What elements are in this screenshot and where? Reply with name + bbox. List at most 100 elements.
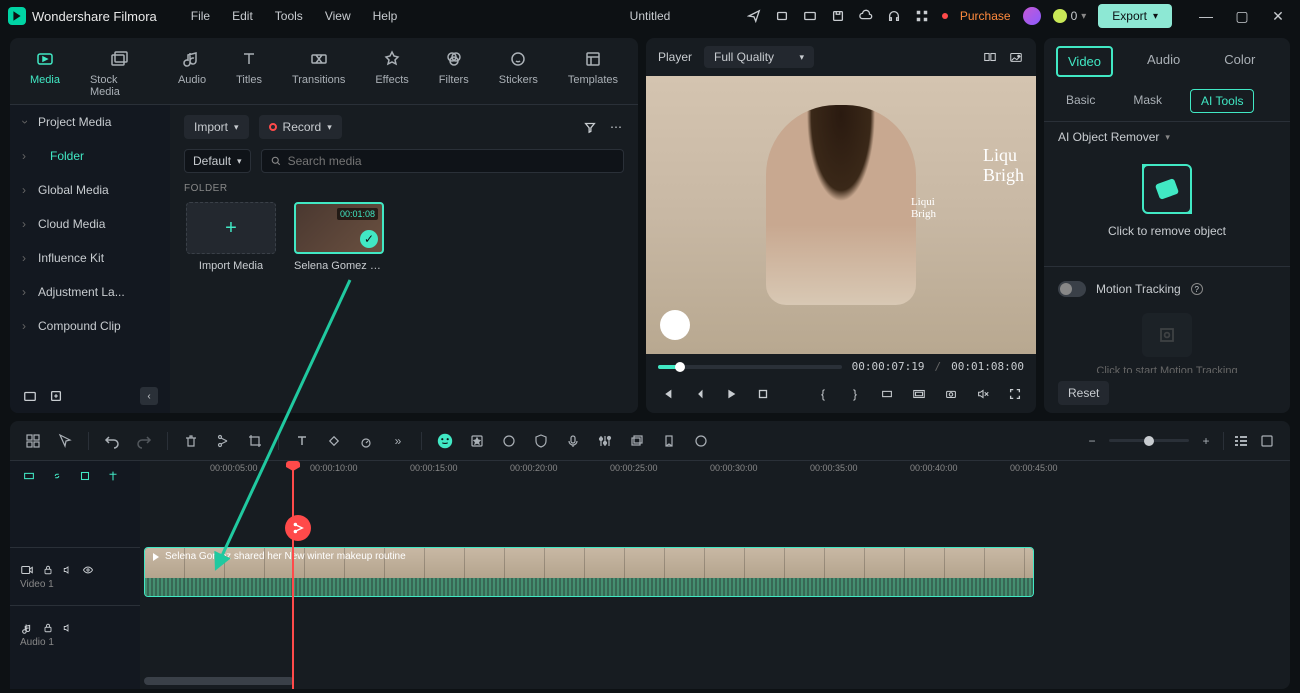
crop-button[interactable]	[246, 432, 264, 450]
screen-icon[interactable]	[802, 8, 818, 24]
sidebar-global-media[interactable]: Global Media	[10, 173, 170, 207]
timeline-tracks[interactable]: 00:00:05:0000:00:10:0000:00:15:0000:00:2…	[140, 461, 1290, 689]
shield-button[interactable]	[532, 432, 550, 450]
tab-stickers[interactable]: Stickers	[499, 48, 538, 98]
cut-marker[interactable]	[285, 515, 311, 541]
marker-in-button[interactable]: {	[814, 385, 832, 403]
menu-file[interactable]: File	[191, 9, 210, 23]
media-clip[interactable]: 00:01:08 ✓ Selena Gomez s...	[292, 202, 386, 272]
tab-transitions[interactable]: Transitions	[292, 48, 345, 98]
tab-stock-media[interactable]: Stock Media	[90, 48, 148, 98]
device-icon[interactable]	[774, 8, 790, 24]
delete-button[interactable]	[182, 432, 200, 450]
player-viewport[interactable]: Liqu Brigh Liqui Brigh	[646, 76, 1036, 354]
mute-icon[interactable]	[62, 564, 74, 576]
prev-frame-button[interactable]	[658, 385, 676, 403]
marker-out-button[interactable]: }	[846, 385, 864, 403]
ai-button[interactable]	[436, 432, 454, 450]
sidebar-compound-clip[interactable]: Compound Clip	[10, 309, 170, 343]
cloud-icon[interactable]	[858, 8, 874, 24]
tab-effects[interactable]: Effects	[375, 48, 408, 98]
timeline-ruler[interactable]: 00:00:05:0000:00:10:0000:00:15:0000:00:2…	[140, 461, 1290, 491]
search-box[interactable]	[261, 149, 624, 173]
text-button[interactable]	[293, 432, 311, 450]
minimize-button[interactable]: —	[1192, 2, 1220, 30]
compare-icon[interactable]	[982, 49, 998, 65]
filter-icon[interactable]	[582, 119, 598, 135]
safe-zone-button[interactable]	[910, 385, 928, 403]
tab-video[interactable]: Video	[1056, 46, 1113, 77]
subtab-ai-tools[interactable]: AI Tools	[1190, 89, 1254, 113]
step-back-button[interactable]	[690, 385, 708, 403]
import-dropdown[interactable]: Import▾	[184, 115, 249, 139]
cursor-icon[interactable]	[56, 432, 74, 450]
render-button[interactable]	[692, 432, 710, 450]
audio-track-header[interactable]: Audio 1	[10, 605, 140, 663]
zoom-out-button[interactable]: −	[1083, 432, 1101, 450]
color-button[interactable]	[500, 432, 518, 450]
seek-slider[interactable]	[658, 365, 842, 369]
snap-icon[interactable]	[20, 467, 38, 485]
redo-button[interactable]	[135, 432, 153, 450]
group-button[interactable]	[628, 432, 646, 450]
marker-track-icon[interactable]	[104, 467, 122, 485]
tab-audio-inspector[interactable]: Audio	[1137, 46, 1190, 77]
tab-color[interactable]: Color	[1214, 46, 1265, 77]
sidebar-project-media[interactable]: Project Media	[10, 105, 170, 139]
mute-icon-2[interactable]	[62, 622, 74, 634]
more-icon[interactable]: ⋯	[608, 119, 624, 135]
undo-button[interactable]	[103, 432, 121, 450]
export-button[interactable]: Export▾	[1098, 4, 1172, 28]
import-media-tile[interactable]: + Import Media	[184, 202, 278, 272]
lock-icon-2[interactable]	[42, 622, 54, 634]
sidebar-folder[interactable]: Folder	[10, 139, 170, 173]
motion-tracking-target[interactable]	[1142, 313, 1192, 357]
ai-remover-header[interactable]: AI Object Remover▾	[1044, 122, 1290, 152]
quality-dropdown[interactable]: Full Quality▾	[704, 46, 814, 68]
timeline-scrollbar[interactable]	[144, 677, 294, 685]
menu-tools[interactable]: Tools	[275, 9, 303, 23]
ratio-button[interactable]	[878, 385, 896, 403]
tab-audio[interactable]: Audio	[178, 48, 206, 98]
close-button[interactable]: ✕	[1264, 2, 1292, 30]
save-icon[interactable]	[830, 8, 846, 24]
subtab-mask[interactable]: Mask	[1123, 89, 1172, 113]
tab-titles[interactable]: Titles	[236, 48, 262, 98]
headphones-icon[interactable]	[886, 8, 902, 24]
split-button[interactable]	[214, 432, 232, 450]
settings-icon[interactable]	[1258, 432, 1276, 450]
sidebar-influence-kit[interactable]: Influence Kit	[10, 241, 170, 275]
playhead[interactable]	[292, 461, 294, 689]
keyframe-button[interactable]	[325, 432, 343, 450]
search-input[interactable]	[288, 154, 615, 168]
tab-media[interactable]: Media	[30, 48, 60, 98]
credits-badge[interactable]: 0▾	[1053, 9, 1087, 23]
snapshot-icon[interactable]	[1008, 49, 1024, 65]
sidebar-adjustment-layer[interactable]: Adjustment La...	[10, 275, 170, 309]
menu-help[interactable]: Help	[373, 9, 398, 23]
sort-dropdown[interactable]: Default▾	[184, 149, 251, 173]
menu-edit[interactable]: Edit	[232, 9, 253, 23]
zoom-in-button[interactable]: +	[1197, 432, 1215, 450]
collapse-sidebar-button[interactable]: ‹	[140, 387, 158, 405]
user-avatar[interactable]	[1023, 7, 1041, 25]
menu-view[interactable]: View	[325, 9, 351, 23]
eye-icon[interactable]	[82, 564, 94, 576]
new-bin-icon[interactable]	[48, 388, 64, 404]
record-dropdown[interactable]: Record▾	[259, 115, 342, 139]
zoom-slider[interactable]	[1109, 439, 1189, 442]
reset-button[interactable]: Reset	[1058, 381, 1109, 405]
lock-icon[interactable]	[42, 564, 54, 576]
purchase-link[interactable]: Purchase	[960, 9, 1011, 23]
voice-button[interactable]	[564, 432, 582, 450]
maximize-button[interactable]: ▢	[1228, 2, 1256, 30]
more-tools-button[interactable]: »	[389, 432, 407, 450]
play-button[interactable]	[722, 385, 740, 403]
marker-button[interactable]	[660, 432, 678, 450]
fullscreen-button[interactable]	[1006, 385, 1024, 403]
mute-button[interactable]	[974, 385, 992, 403]
mute-track-icon[interactable]	[76, 467, 94, 485]
motion-tracking-toggle[interactable]	[1058, 281, 1086, 297]
camera-button[interactable]	[942, 385, 960, 403]
tab-filters[interactable]: Filters	[439, 48, 469, 98]
